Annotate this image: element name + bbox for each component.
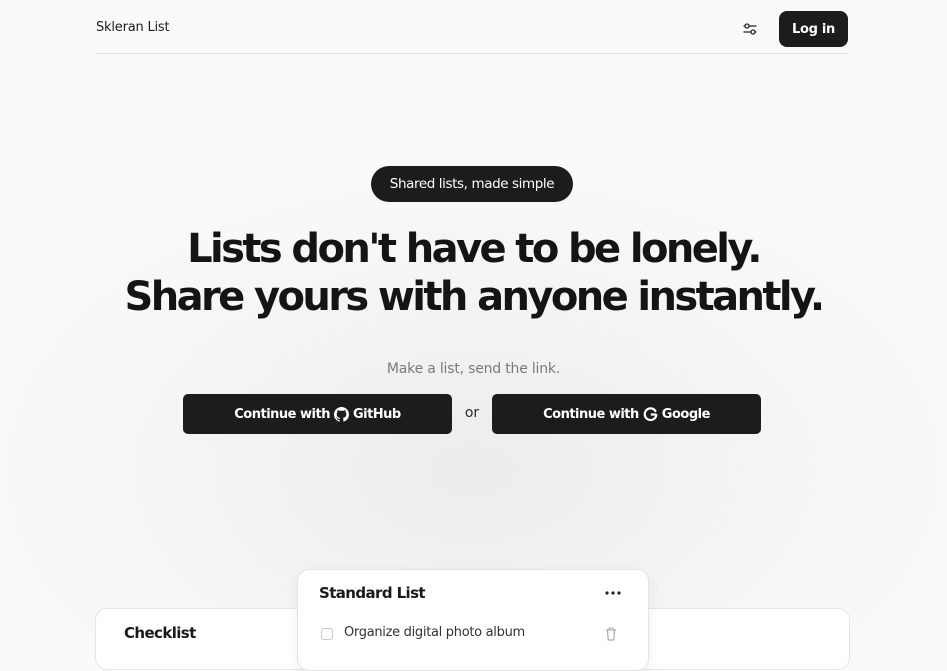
item-checkbox[interactable] <box>321 628 333 640</box>
tagline-badge: Shared lists, made simple <box>371 166 573 202</box>
trash-icon <box>606 627 616 641</box>
list-item-text: Organize digital photo album <box>344 625 525 640</box>
standard-list-card[interactable]: Standard List Organize digital photo alb… <box>297 569 649 671</box>
settings-button[interactable] <box>737 16 763 42</box>
sliders-icon <box>743 23 757 35</box>
google-cta-label: Continue with <box>543 406 639 422</box>
list-item[interactable]: Organize digital photo album <box>319 624 627 644</box>
google-cta-provider: Google <box>661 406 711 422</box>
github-icon <box>333 406 349 422</box>
headline-line-1: Lists don't have to be lonely. <box>187 226 762 272</box>
more-options-button[interactable] <box>601 584 625 602</box>
continue-with-github-button[interactable]: Continue with GitHub <box>183 394 452 434</box>
continue-with-google-button[interactable]: Continue with Google <box>492 394 761 434</box>
hero-subtitle: Make a list, send the link. <box>386 361 561 377</box>
github-cta-label: Continue with <box>234 406 330 422</box>
brand-name[interactable]: Skleran List <box>96 20 170 35</box>
standard-list-title: Standard List <box>319 584 426 602</box>
github-cta-provider: GitHub <box>352 406 401 422</box>
login-button[interactable]: Log in <box>779 11 848 47</box>
checklist-card-title: Checklist <box>124 624 196 642</box>
or-separator: or <box>464 405 480 421</box>
headline-line-2: Share yours with anyone instantly. <box>124 274 826 320</box>
top-header: Skleran List Log in <box>96 0 848 54</box>
google-icon <box>643 406 658 422</box>
delete-item-button[interactable] <box>605 626 619 641</box>
ellipsis-icon <box>605 591 621 595</box>
